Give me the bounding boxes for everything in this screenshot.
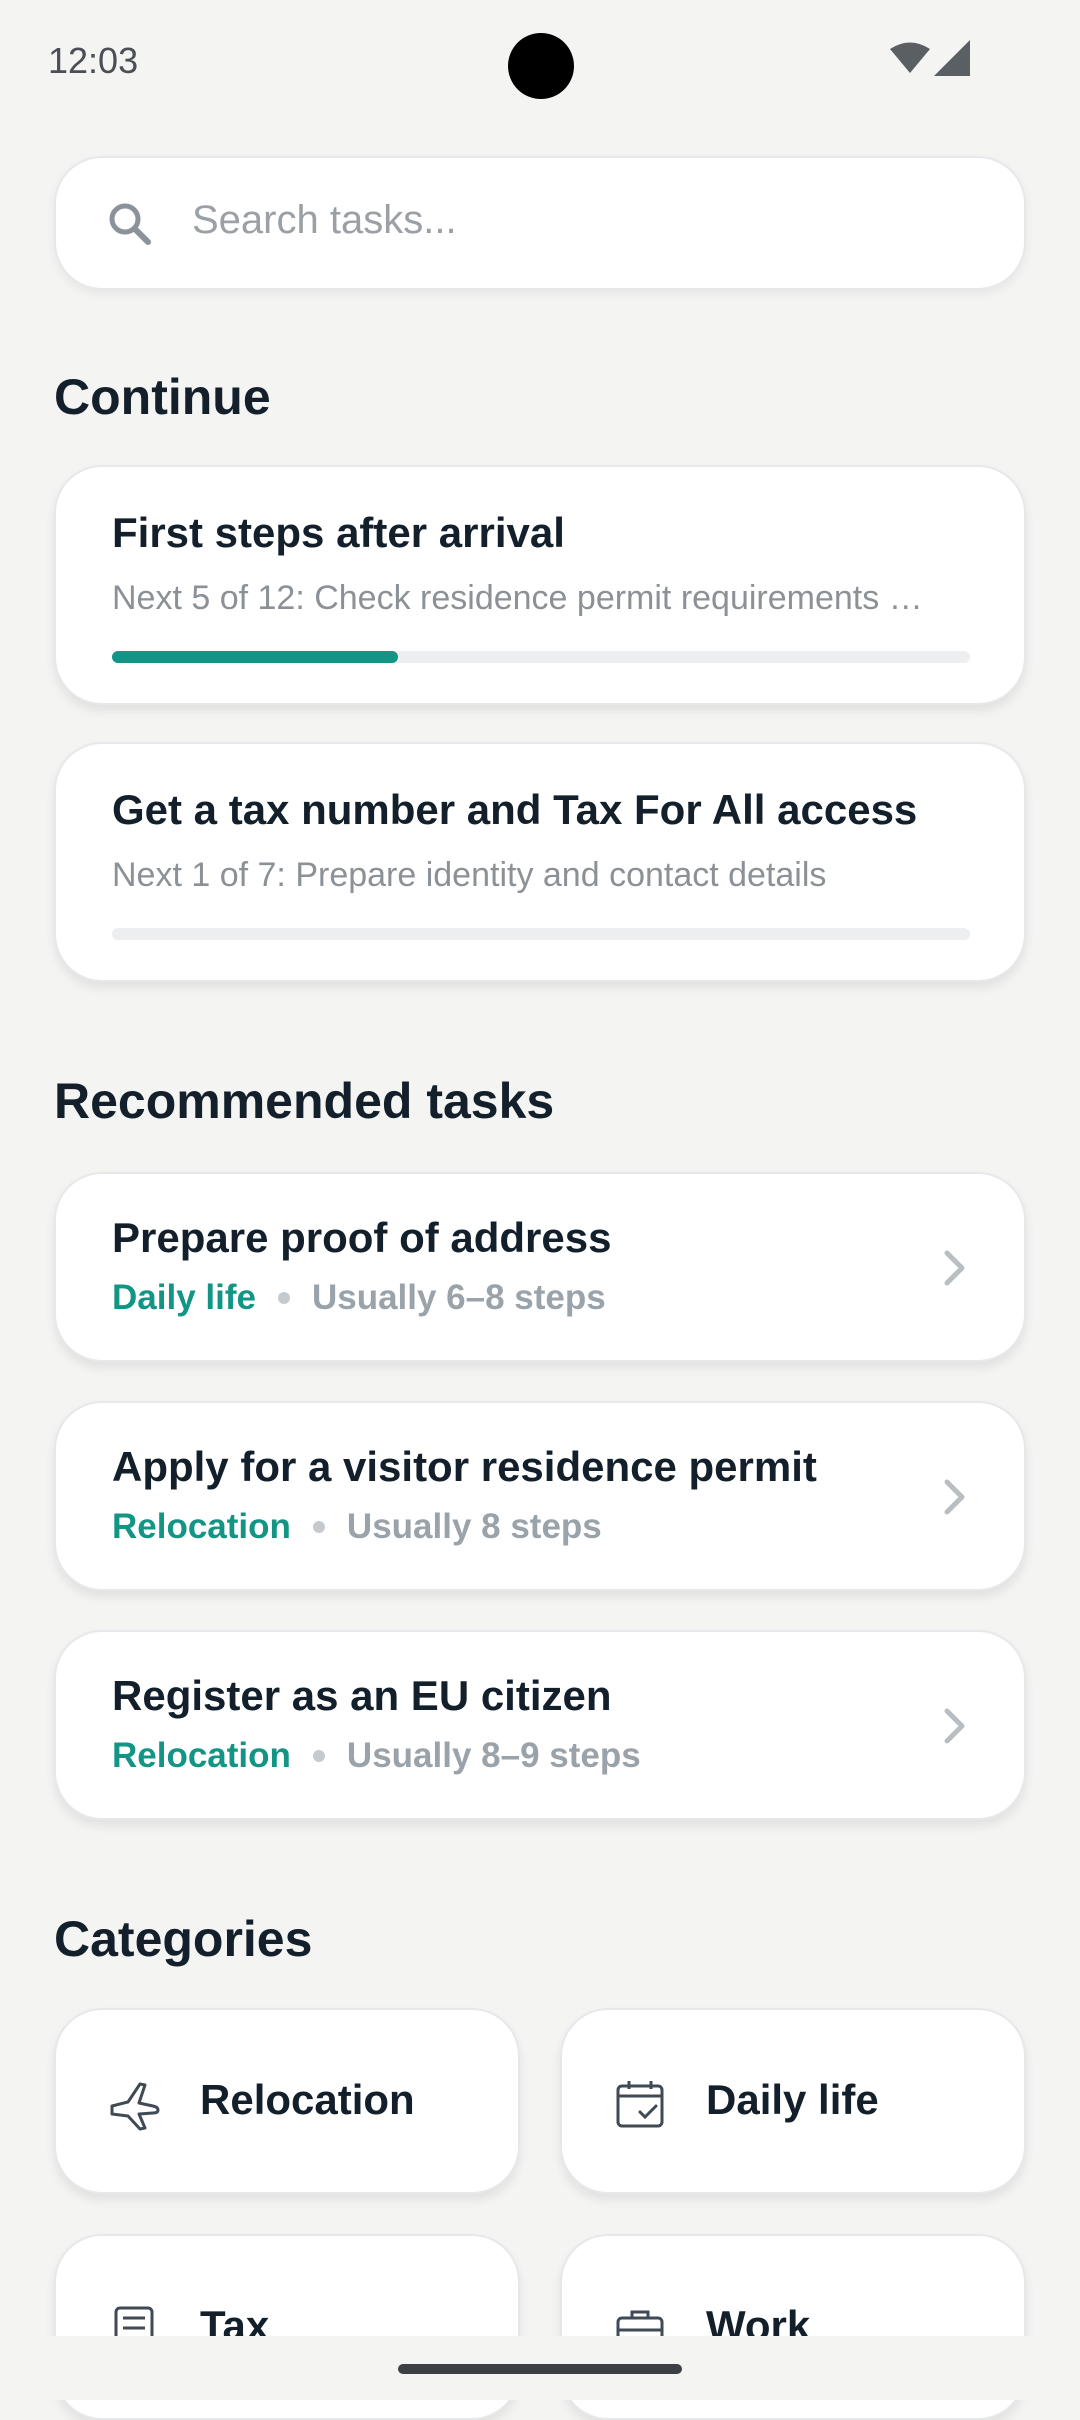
task-title: Prepare proof of address	[112, 1214, 612, 1261]
wifi-icon	[890, 42, 930, 73]
continue-card-subtitle: Next 1 of 7: Prepare identity and contac…	[112, 856, 827, 894]
airplane-icon	[110, 2082, 160, 2131]
task-card[interactable]: Apply for a visitor residence permit Rel…	[54, 1401, 1026, 1591]
task-meta: Relocation Usually 8 steps	[112, 1507, 602, 1547]
separator-dot	[312, 1521, 325, 1533]
chevron-right-icon	[944, 1479, 965, 1515]
continue-card[interactable]: First steps after arrival Next 5 of 12: …	[54, 465, 1026, 705]
continue-card-title: First steps after arrival	[112, 509, 565, 556]
categories-heading: Categories	[54, 1911, 313, 1967]
category-label: Relocation	[200, 2076, 415, 2123]
search-bar[interactable]: Search tasks...	[54, 156, 1026, 290]
continue-heading: Continue	[54, 369, 271, 425]
search-input[interactable]: Search tasks...	[192, 198, 457, 243]
calendar-check-icon	[616, 2081, 664, 2128]
task-category: Relocation	[112, 1507, 291, 1546]
signal-icon	[934, 40, 970, 76]
progress-bar	[112, 651, 970, 663]
task-category: Daily life	[112, 1278, 256, 1317]
home-gesture-handle[interactable]	[398, 2364, 682, 2374]
task-meta: Daily life Usually 6–8 steps	[112, 1278, 606, 1318]
task-title: Register as an EU citizen	[112, 1672, 612, 1719]
clock: 12:03	[48, 40, 139, 81]
recommended-heading: Recommended tasks	[54, 1073, 555, 1129]
category-daily-life[interactable]: Daily life	[560, 2008, 1026, 2194]
chevron-right-icon	[944, 1708, 965, 1744]
search-icon	[109, 203, 151, 245]
separator-dot	[312, 1750, 325, 1762]
task-steps: Usually 8–9 steps	[346, 1736, 641, 1775]
continue-card-subtitle: Next 5 of 12: Check residence permit req…	[112, 579, 923, 617]
category-relocation[interactable]: Relocation	[54, 2008, 520, 2194]
task-title: Apply for a visitor residence permit	[112, 1443, 817, 1490]
chevron-right-icon	[944, 1250, 965, 1286]
task-steps: Usually 6–8 steps	[311, 1278, 606, 1317]
progress-fill	[112, 651, 398, 663]
category-label: Daily life	[706, 2076, 879, 2123]
continue-card[interactable]: Get a tax number and Tax For All access …	[54, 742, 1026, 982]
task-category: Relocation	[112, 1736, 291, 1775]
task-meta: Relocation Usually 8–9 steps	[112, 1736, 641, 1776]
separator-dot	[277, 1292, 290, 1304]
task-card[interactable]: Prepare proof of address Daily life Usua…	[54, 1172, 1026, 1362]
task-steps: Usually 8 steps	[346, 1507, 602, 1546]
status-bar: 12:03	[0, 0, 1080, 120]
continue-card-title: Get a tax number and Tax For All access	[112, 786, 918, 833]
progress-bar	[112, 928, 970, 940]
task-card[interactable]: Register as an EU citizen Relocation Usu…	[54, 1630, 1026, 1820]
camera-cutout	[508, 33, 574, 99]
